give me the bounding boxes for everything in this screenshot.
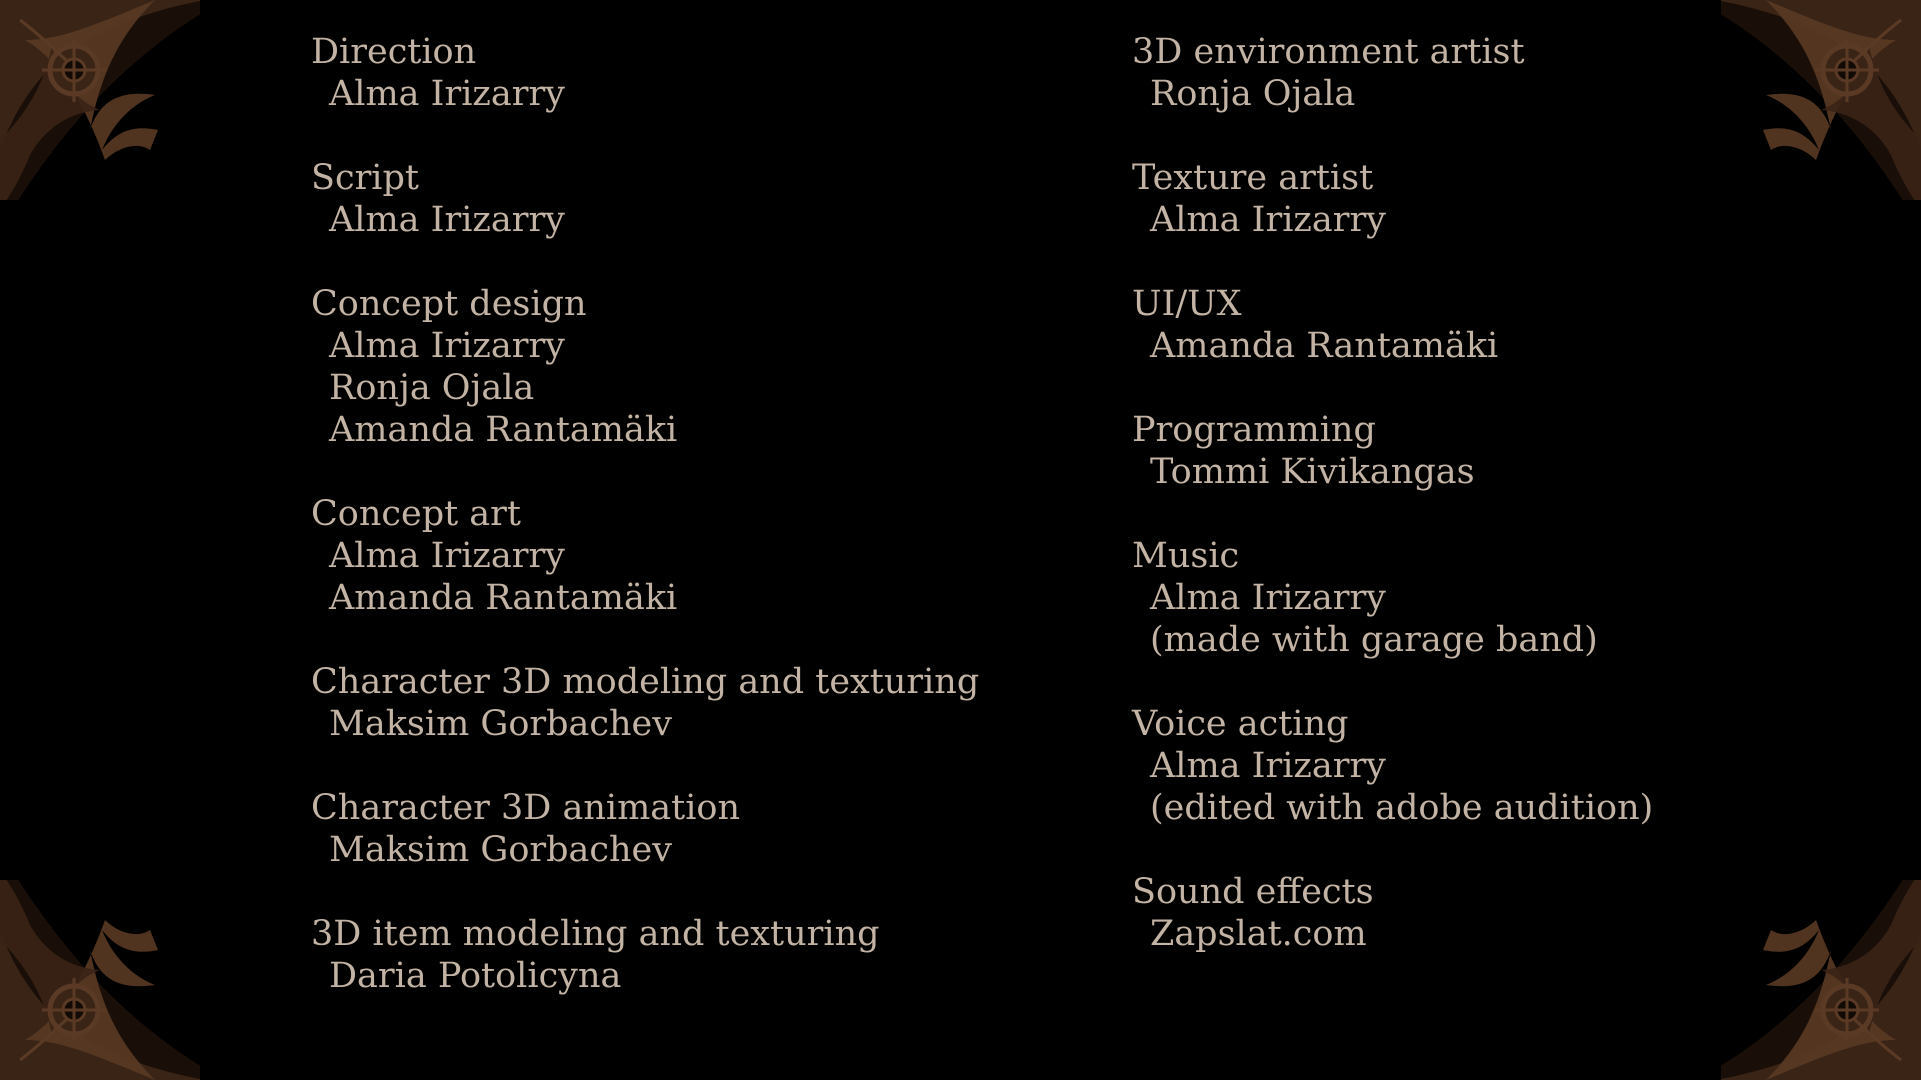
credit-section-item-modeling: 3D item modeling and texturing Daria Pot… [311,913,979,997]
credit-section-texture-artist: Texture artist Alma Irizarry [1132,157,1653,241]
credit-role: Character 3D modeling and texturing [311,662,980,702]
credit-note: (edited with adobe audition) [1150,788,1654,828]
credit-name: Amanda Rantamäki [329,410,678,450]
credit-section-sound-effects: Sound effects Zapslat.com [1132,871,1653,955]
credit-role: Character 3D animation [311,788,741,828]
credit-section-script: Script Alma Irizarry [311,157,979,241]
credit-section-concept-design: Concept design Alma Irizarry Ronja Ojala… [311,283,979,451]
credit-section-character-animation: Character 3D animation Maksim Gorbachev [311,787,979,871]
credit-name: Alma Irizarry [1150,200,1386,240]
credit-name: Daria Potolicyna [329,956,622,996]
credit-role: Texture artist [1132,158,1374,198]
ornament-shape [1721,880,1921,1080]
credit-role: Concept art [311,494,521,534]
credit-name: Alma Irizarry [329,200,565,240]
corner-ornament-bottom-left [0,880,200,1080]
corner-ornament-top-left [0,0,200,200]
credit-role: Voice acting [1132,704,1349,744]
credit-section-character-modeling: Character 3D modeling and texturing Maks… [311,661,979,745]
credit-note: (made with garage band) [1150,620,1598,660]
credit-name: Alma Irizarry [329,536,565,576]
credit-section-environment-artist: 3D environment artist Ronja Ojala [1132,31,1653,115]
credit-role: Concept design [311,284,587,324]
credit-role: Script [311,158,419,198]
credit-section-ui-ux: UI/UX Amanda Rantamäki [1132,283,1653,367]
ornament-shape [0,0,200,200]
credit-section-programming: Programming Tommi Kivikangas [1132,409,1653,493]
credit-role: UI/UX [1132,284,1242,324]
ornament-shape [1721,0,1921,200]
credit-name: Maksim Gorbachev [329,704,673,744]
credits-column-left: Direction Alma Irizarry Script Alma Iriz… [311,31,979,1039]
credits-screen: Direction Alma Irizarry Script Alma Iriz… [0,0,1921,1080]
credit-name: Zapslat.com [1150,914,1367,954]
credit-role: Music [1132,536,1240,576]
credit-role: Programming [1132,410,1376,450]
credit-role: 3D environment artist [1132,32,1525,72]
credit-section-voice-acting: Voice acting Alma Irizarry (edited with … [1132,703,1653,829]
credit-name: Alma Irizarry [1150,746,1386,786]
ornament-shape [0,880,200,1080]
corner-ornament-bottom-right [1721,880,1921,1080]
credit-section-direction: Direction Alma Irizarry [311,31,979,115]
credit-section-concept-art: Concept art Alma Irizarry Amanda Rantamä… [311,493,979,619]
credit-name: Ronja Ojala [1150,74,1356,114]
credit-name: Ronja Ojala [329,368,535,408]
credit-name: Tommi Kivikangas [1150,452,1475,492]
credit-name: Amanda Rantamäki [1150,326,1499,366]
credit-name: Amanda Rantamäki [329,578,678,618]
corner-ornament-top-right [1721,0,1921,200]
credit-name: Maksim Gorbachev [329,830,673,870]
credit-section-music: Music Alma Irizarry (made with garage ba… [1132,535,1653,661]
credit-role: Direction [311,32,477,72]
credit-name: Alma Irizarry [329,326,565,366]
credit-name: Alma Irizarry [1150,578,1386,618]
credit-role: Sound effects [1132,872,1374,912]
credits-column-right: 3D environment artist Ronja Ojala Textur… [1132,31,1653,997]
credit-role: 3D item modeling and texturing [311,914,880,954]
credit-name: Alma Irizarry [329,74,565,114]
